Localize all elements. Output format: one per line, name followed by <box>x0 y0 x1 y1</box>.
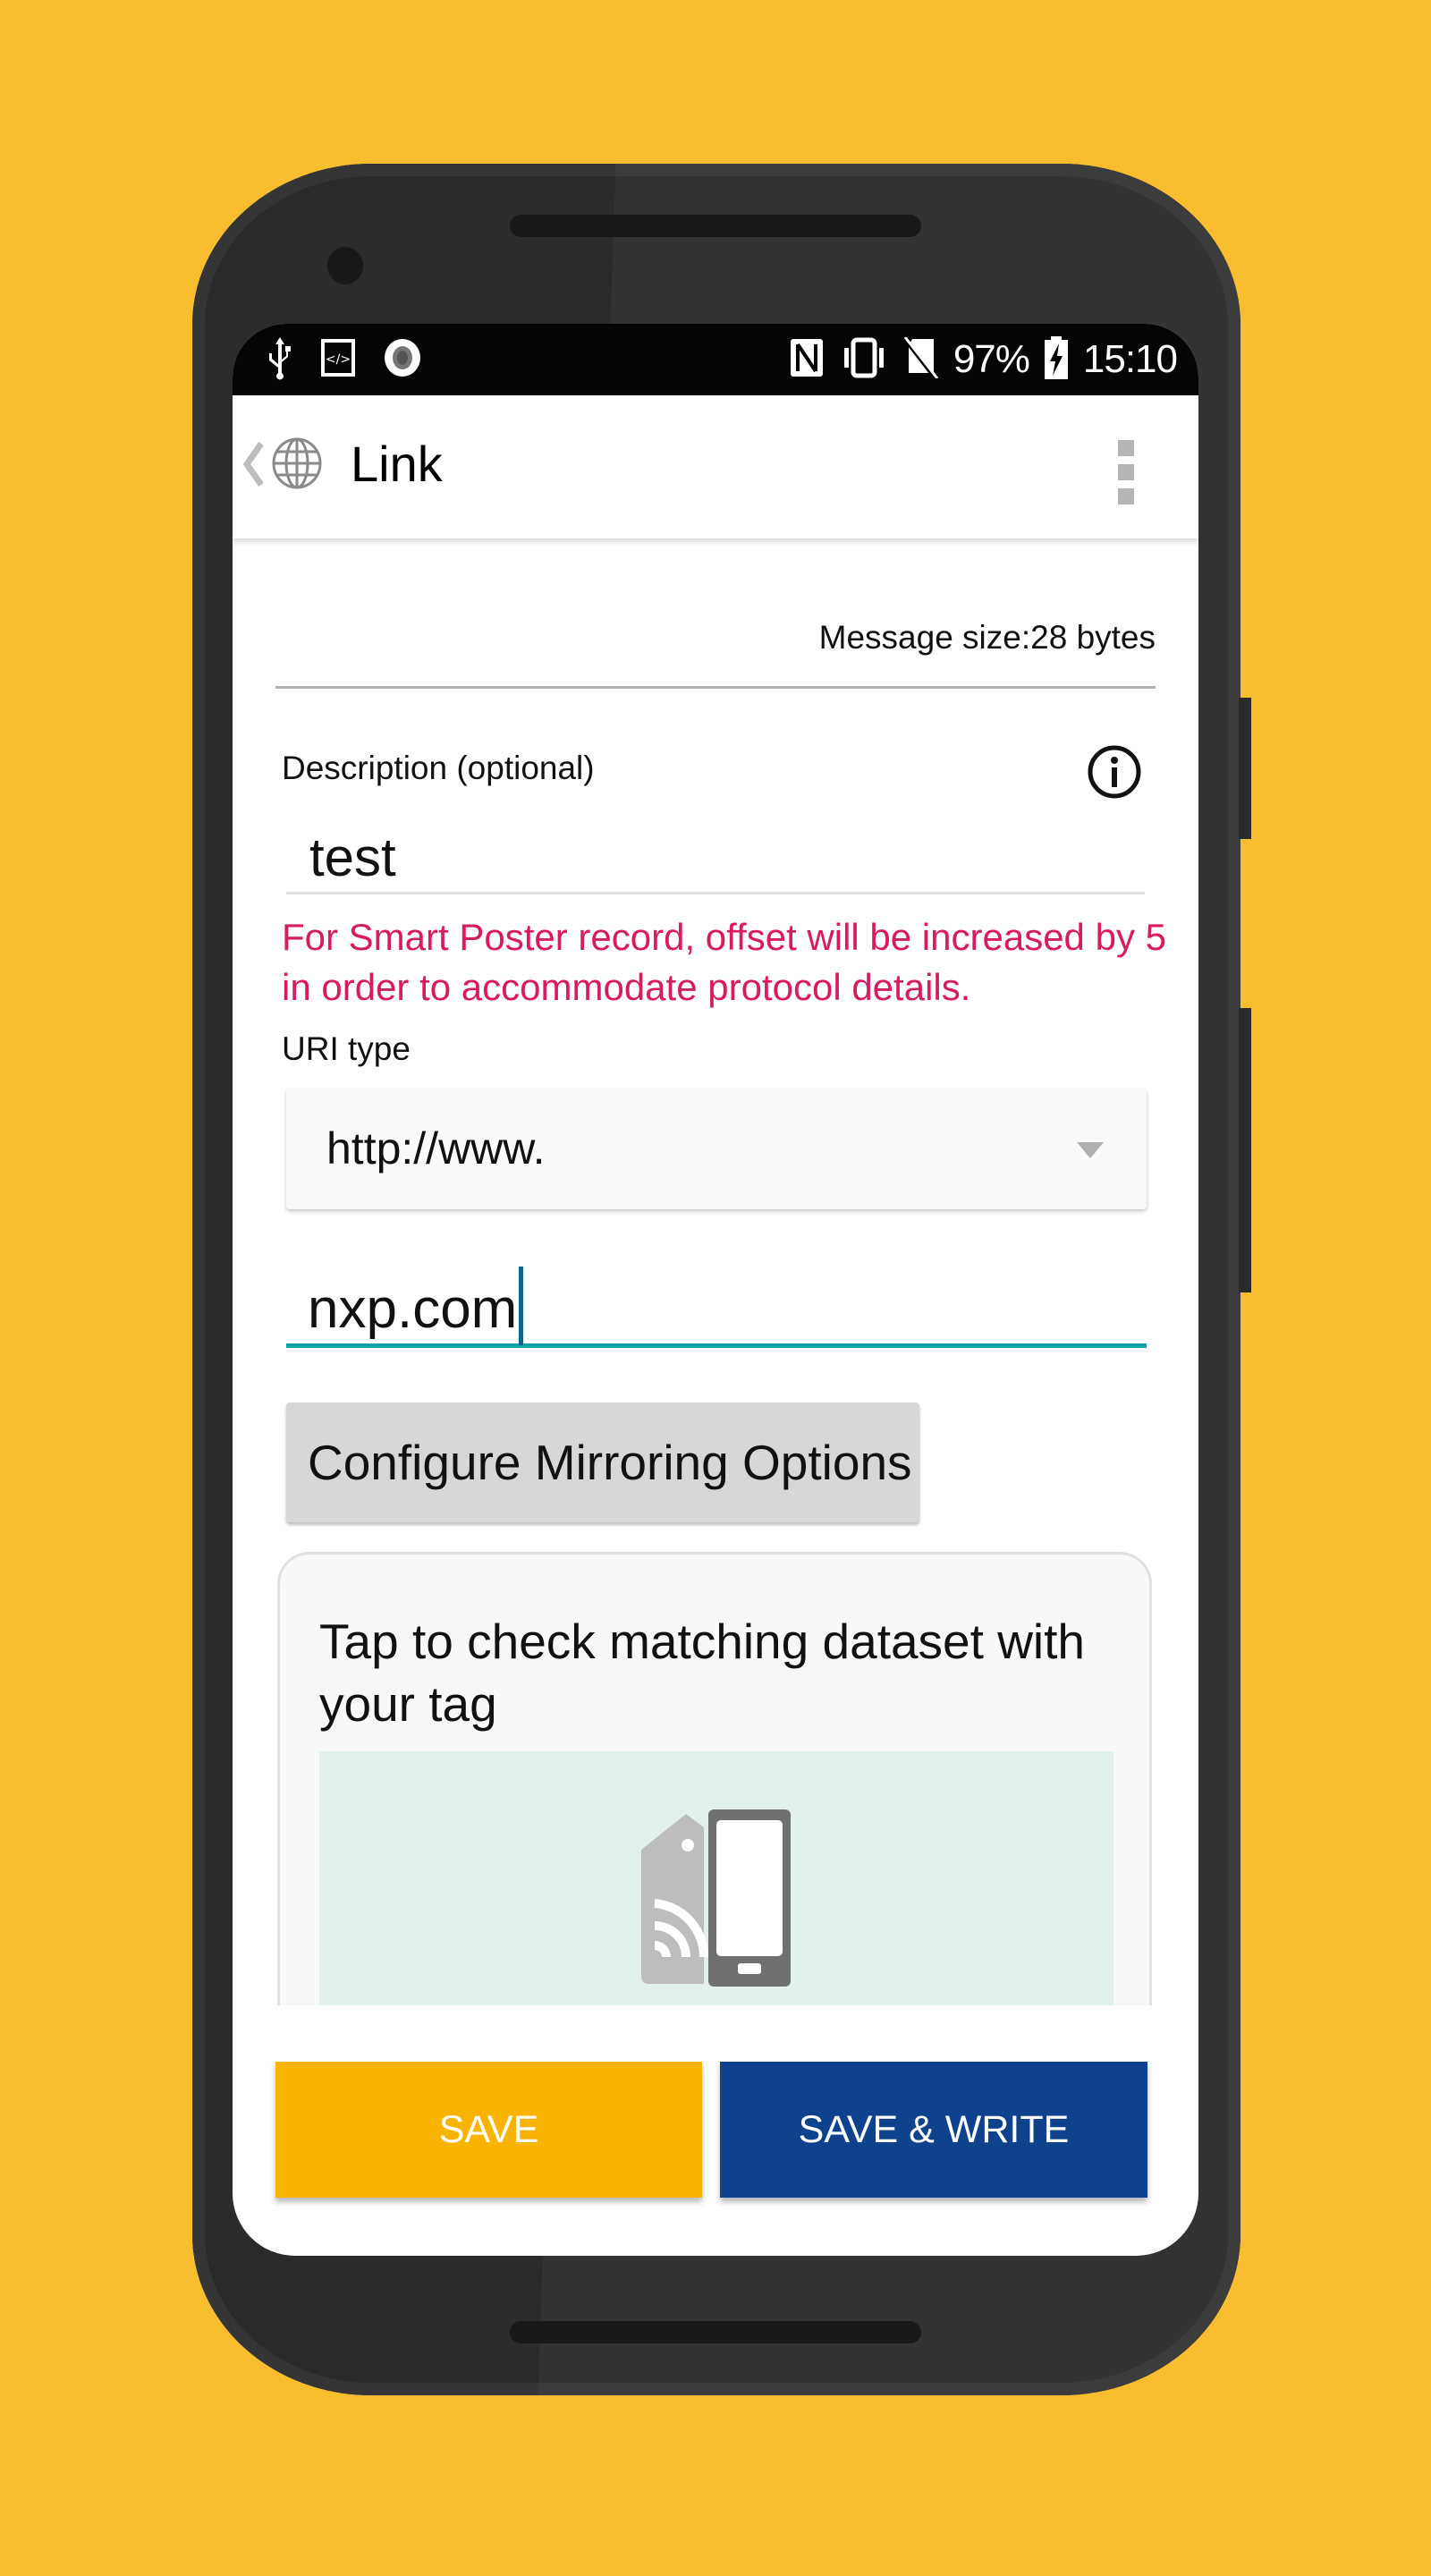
save-and-write-button[interactable]: SAVE & WRITE <box>720 2062 1147 2198</box>
dropdown-arrow-icon <box>1077 1142 1104 1158</box>
text-caret <box>519 1267 524 1345</box>
no-sim-icon <box>902 335 939 383</box>
uri-type-dropdown[interactable]: http://www. <box>286 1089 1147 1209</box>
configure-mirroring-button[interactable]: Configure Mirroring Options <box>286 1402 919 1522</box>
uri-type-value: http://www. <box>326 1123 546 1174</box>
description-input[interactable] <box>286 823 1145 894</box>
illustration-area <box>319 1751 1113 2005</box>
form-content: Message size:28 bytes Description (optio… <box>233 538 1198 2005</box>
bottom-speaker <box>510 2321 921 2343</box>
volume-button <box>1239 1008 1251 1292</box>
phone-screen: </> 97% 15:10 Link Message size:28 bytes… <box>233 324 1198 2256</box>
page-title: Link <box>351 436 443 492</box>
globe-icon <box>270 436 324 496</box>
developer-code-icon: </> <box>320 338 356 382</box>
info-icon[interactable] <box>1086 742 1143 806</box>
record-circle-icon <box>383 337 422 383</box>
power-button <box>1239 698 1251 839</box>
nfc-tag-phone-icon <box>641 1809 791 1987</box>
action-buttons: SAVE SAVE & WRITE <box>275 2062 1156 2198</box>
save-button[interactable]: SAVE <box>275 2062 702 2198</box>
status-bar: </> 97% 15:10 <box>233 324 1198 395</box>
app-bar: Link <box>233 395 1198 538</box>
battery-charging-icon <box>1044 335 1069 384</box>
overflow-menu-icon[interactable] <box>1118 440 1134 504</box>
url-value: nxp.com <box>308 1278 518 1340</box>
divider <box>275 686 1156 689</box>
front-camera <box>327 247 363 284</box>
smart-poster-warning: For Smart Poster record, offset will be … <box>282 916 1166 1008</box>
chevron-left-icon[interactable] <box>242 442 264 491</box>
message-size: Message size:28 bytes <box>818 619 1156 656</box>
check-dataset-card[interactable]: Tap to check matching dataset with your … <box>277 1552 1152 2005</box>
check-dataset-title: Tap to check matching dataset with your … <box>319 1614 1086 1732</box>
battery-percent: 97% <box>953 337 1030 381</box>
uri-type-label: URI type <box>282 1030 411 1067</box>
vibrate-icon <box>839 337 889 383</box>
clock: 15:10 <box>1082 337 1178 381</box>
nfc-icon <box>789 337 825 383</box>
svg-text:</>: </> <box>326 352 351 367</box>
top-speaker <box>510 215 921 237</box>
url-input[interactable]: nxp.com <box>286 1254 1147 1348</box>
usb-icon <box>267 335 293 385</box>
description-label: Description (optional) <box>282 750 595 786</box>
